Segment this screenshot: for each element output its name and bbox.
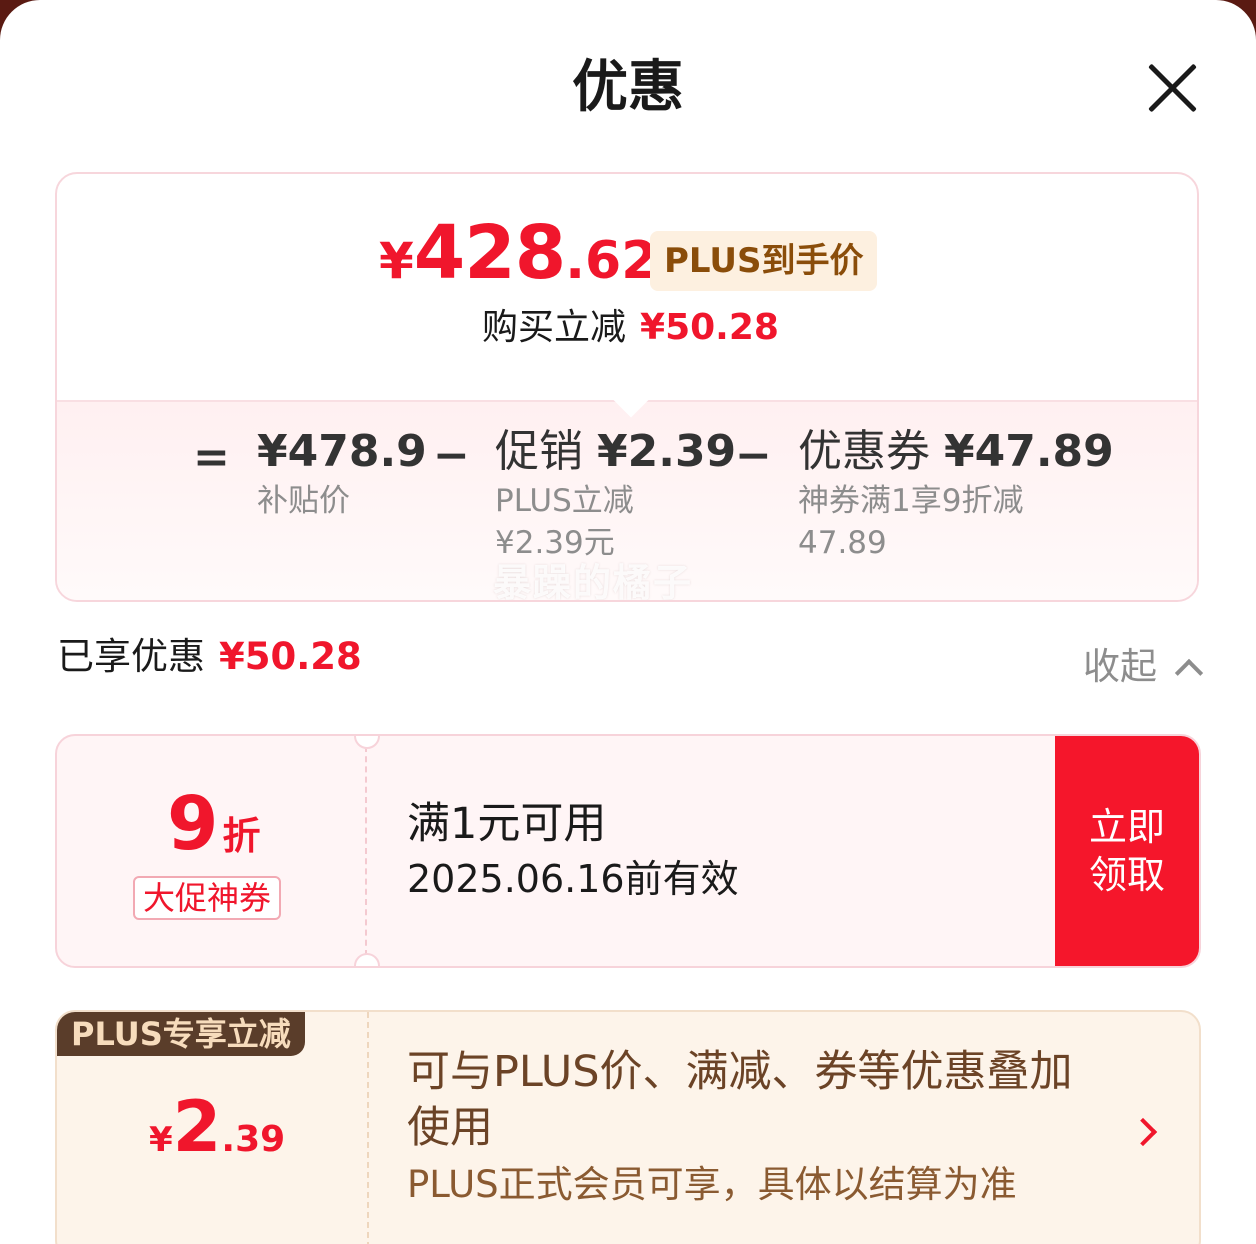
- chevron-right-icon[interactable]: [1128, 1117, 1158, 1147]
- price-integer: 428: [413, 210, 566, 296]
- chevron-up-icon: [1174, 658, 1204, 688]
- plus-badge: PLUS专享立减: [57, 1012, 305, 1056]
- plus-amount: ¥2.39: [149, 1092, 285, 1162]
- promo-label: 促销: [495, 426, 583, 477]
- plus-amount-symbol: ¥: [149, 1120, 173, 1160]
- enjoyed-label: 已享优惠: [57, 635, 205, 678]
- plus-description: 可与PLUS价、满减、券等优惠叠加使用: [407, 1047, 1073, 1153]
- plus-amount-integer: 2: [172, 1086, 222, 1168]
- coupon-discount: 9折: [167, 786, 261, 862]
- coupon-tag: 大促神券: [133, 876, 282, 920]
- plus-amount-decimal: .39: [221, 1119, 286, 1160]
- plus-note: PLUS正式会员可享，具体以结算为准: [407, 1163, 1017, 1206]
- coupon-validity: 2025.06.16前有效: [407, 857, 739, 901]
- enjoyed-discount: 已享优惠 ¥50.28: [57, 632, 362, 682]
- promo-column: 促销 ¥2.39 PLUS立减 ¥2.39元: [495, 424, 736, 564]
- coupon-sub-amount: 47.89: [798, 525, 887, 561]
- promo-sub-label: PLUS立减: [495, 483, 634, 519]
- plus-discount-card[interactable]: PLUS专享立减 ¥2.39 可与PLUS价、满减、券等优惠叠加使用 PLUS正…: [55, 1010, 1201, 1244]
- page-title: 优惠: [572, 55, 684, 120]
- coupon-label: 优惠券: [798, 426, 930, 477]
- minus-sign: −: [735, 430, 772, 481]
- price-summary-card: ¥428.62 PLUS到手价 购买立减 ¥50.28 = ¥478.9 补贴价 …: [55, 172, 1199, 602]
- promo-amount: ¥2.39: [597, 426, 737, 477]
- collapse-button[interactable]: 收起: [1083, 642, 1204, 692]
- claim-label: 立即领取: [1088, 805, 1165, 897]
- watermark: 暴躁的橘子: [493, 561, 694, 602]
- subsidy-label: 补贴价: [257, 483, 350, 519]
- subsidy-price: ¥478.9: [257, 426, 427, 477]
- close-icon[interactable]: [1140, 56, 1204, 120]
- coupon-card: 9折 大促神券 满1元可用 2025.06.16前有效 立即领取: [55, 734, 1201, 968]
- minus-sign: −: [433, 430, 470, 481]
- coupon-column: 优惠券 ¥47.89 神券满1享9折减 47.89: [798, 424, 1114, 564]
- plus-price-tag: PLUS到手价: [650, 231, 878, 291]
- save-amount: ¥50.28: [640, 307, 779, 348]
- plus-divider: [367, 1012, 369, 1244]
- equals-sign: =: [193, 432, 230, 483]
- discount-unit: 折: [222, 814, 261, 858]
- discount-value: 9: [167, 781, 219, 867]
- price-decimal: .62: [565, 231, 658, 291]
- price-symbol: ¥: [379, 232, 414, 290]
- coupon-sub-label: 神券满1享9折减: [798, 483, 1024, 519]
- coupon-condition: 满1元可用: [407, 799, 607, 849]
- purchase-save-line: 购买立减 ¥50.28: [482, 304, 779, 352]
- subsidy-column: ¥478.9 补贴价: [257, 424, 427, 522]
- collapse-label: 收起: [1083, 645, 1157, 688]
- save-label: 购买立减: [482, 307, 627, 348]
- enjoyed-amount: ¥50.28: [219, 635, 362, 678]
- coupon-divider: [365, 746, 367, 956]
- discount-sheet: 优惠 ¥428.62 PLUS到手价 购买立减 ¥50.28 = ¥478.9 补…: [0, 0, 1256, 1244]
- final-price: ¥428.62: [379, 216, 657, 290]
- coupon-amount: ¥47.89: [944, 426, 1114, 477]
- claim-coupon-button[interactable]: 立即领取: [1055, 736, 1199, 966]
